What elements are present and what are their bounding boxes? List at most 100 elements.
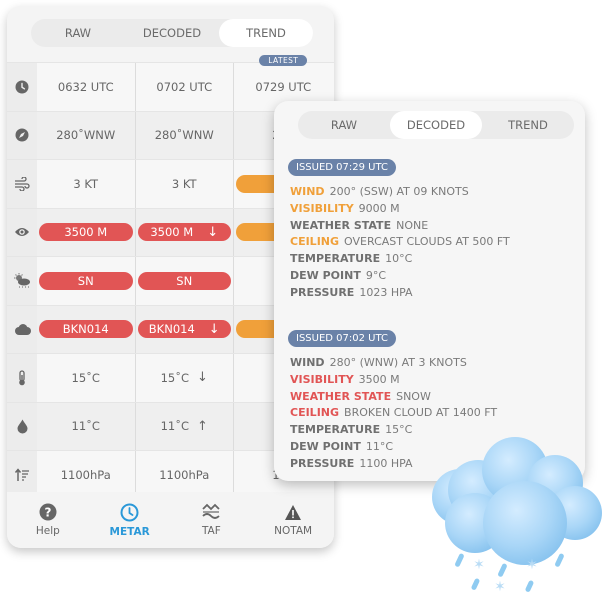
warning-icon [285, 504, 302, 520]
decoded-line: VISIBILITY 9000 M [290, 201, 510, 218]
view-segmented-control: RAW DECODED TREND [31, 19, 313, 47]
svg-text:✶: ✶ [494, 579, 506, 595]
table-cell: 11˚C ↑ [136, 402, 234, 450]
snow-cloud-illustration: ✶ ✶ ✶ [432, 437, 602, 595]
cell-value: 1100hPa [159, 467, 210, 482]
issued-badge: ISSUED 07:02 UTC [288, 330, 396, 347]
decoded-value: NONE [396, 218, 429, 232]
cell-value: BKN014 [148, 322, 195, 337]
table-cell: SN [37, 257, 136, 305]
decoded-line: PRESSURE 1023 HPA [290, 285, 510, 302]
decoded-line: CEILING OVERCAST CLOUDS AT 500 FT [290, 234, 510, 251]
decoded-key: TEMPERATURE [290, 423, 381, 437]
decoded-key: VISIBILITY [290, 372, 354, 386]
decoded-line: DEW POINT 9°C [290, 268, 510, 285]
decoded-key: CEILING [290, 406, 340, 420]
eye-icon [7, 208, 37, 256]
wind-icon [7, 160, 37, 208]
decoded-key: WIND [290, 185, 325, 198]
clock-icon [120, 503, 139, 521]
cell-value: 11˚C [71, 419, 100, 434]
decoded-value: 15°C [385, 423, 413, 437]
decoded-line: WEATHER STATE NONE [290, 218, 510, 235]
decoded-key: CEILING [290, 235, 340, 249]
decoded-key: PRESSURE [290, 285, 355, 299]
decoded-value: 1100 HPA [359, 456, 413, 470]
cell-value: 0702 UTC [156, 79, 213, 94]
table-cell: 3500 M ↓ [136, 208, 234, 256]
decoded-line: WIND 200° (SSW) AT 09 KNOTS [290, 184, 510, 201]
cell-value: 3 KT [171, 176, 197, 191]
decoded-key: VISIBILITY [290, 201, 354, 215]
nav-metar-label: METAR [109, 525, 150, 538]
decoded-line: WIND 280° (WNW) AT 3 KNOTS [290, 355, 497, 372]
cell-value: 15˚C [71, 370, 100, 385]
table-cell: 3500 M [37, 208, 136, 256]
arrow-up-icon: ↑ [197, 418, 208, 434]
cell-value: SN [77, 273, 94, 288]
decoded-key: WEATHER STATE [290, 389, 392, 403]
decoded-line: CEILING BROKEN CLOUD AT 1400 FT [290, 405, 497, 422]
cell-value: 3 KT [73, 176, 99, 191]
decoded-segmented-control: RAW DECODED TREND [298, 111, 574, 139]
cell-value: 15˚C [160, 370, 189, 385]
decoded-value: 200° (SSW) AT 09 KNOTS [329, 185, 469, 198]
table-cell: 11˚C [37, 402, 136, 450]
tab-trend[interactable]: TREND [219, 19, 313, 47]
cell-value: 280˚WNW [154, 128, 214, 143]
weather-icon [7, 257, 37, 305]
taf-icon [202, 503, 221, 519]
decoded-key: WIND [290, 356, 325, 369]
nav-help[interactable]: ? Help [7, 492, 89, 548]
status-pill: SN [39, 271, 133, 290]
tab-raw[interactable]: RAW [298, 111, 390, 139]
table-cell: 3 KT [37, 160, 136, 208]
cell-value: 3500 M [150, 225, 194, 240]
arrow-down-icon: ↓ [207, 224, 219, 240]
table-cell: 0702 UTC [136, 63, 234, 111]
bottom-nav: ? Help METAR TAF NOTAM [7, 492, 334, 548]
nav-notam[interactable]: NOTAM [252, 492, 334, 548]
cloud-icon [7, 305, 37, 353]
table-cell: 280˚WNW [37, 111, 136, 159]
compass-icon [7, 111, 37, 159]
table-cell: BKN014 [37, 305, 136, 353]
table-cell: 280˚WNW [136, 111, 234, 159]
nav-taf[interactable]: TAF [171, 492, 253, 548]
cell-value: 11˚C [160, 419, 189, 434]
nav-notam-label: NOTAM [274, 524, 313, 537]
cell-value: 280˚WNW [56, 128, 116, 143]
nav-taf-label: TAF [201, 525, 221, 537]
issued-badge: ISSUED 07:29 UTC [288, 159, 396, 176]
tab-decoded[interactable]: DECODED [125, 19, 219, 47]
table-cell: SN [136, 257, 234, 305]
decoded-value: 11°C [365, 439, 394, 453]
svg-text:✶: ✶ [473, 557, 485, 573]
svg-text:?: ? [44, 506, 51, 520]
decoded-value: OVERCAST CLOUDS AT 500 FT [344, 235, 510, 249]
latest-badge: LATEST [259, 55, 308, 66]
decoded-value: 3500 M [358, 372, 400, 386]
decoded-panel: RAW DECODED TREND ISSUED 07:29 UTC WIND 2… [274, 101, 585, 481]
table-cell: 0632 UTC [37, 63, 136, 111]
status-pill: BKN014 [39, 320, 133, 339]
arrow-down-icon: ↓ [208, 321, 220, 337]
nav-metar[interactable]: METAR [89, 492, 171, 548]
tab-decoded[interactable]: DECODED [390, 111, 482, 139]
decoded-key: PRESSURE [290, 456, 355, 470]
decoded-value: BROKEN CLOUD AT 1400 FT [344, 406, 498, 420]
decoded-value: 1023 HPA [359, 285, 413, 299]
table-cell: BKN014 ↓ [136, 305, 234, 353]
decoded-key: DEW POINT [290, 268, 361, 282]
cell-value: 0632 UTC [57, 79, 114, 94]
droplet-icon [7, 402, 37, 450]
arrow-down-icon: ↓ [197, 370, 208, 386]
tab-raw[interactable]: RAW [31, 19, 125, 47]
tab-trend[interactable]: TREND [482, 111, 574, 139]
svg-text:✶: ✶ [526, 557, 538, 573]
decoded-line: TEMPERATURE 10°C [290, 251, 510, 268]
table-cell: 3 KT [136, 160, 234, 208]
nav-help-label: Help [35, 525, 60, 537]
decoded-value: 10°C [385, 252, 413, 266]
status-pill: SN [137, 271, 231, 290]
